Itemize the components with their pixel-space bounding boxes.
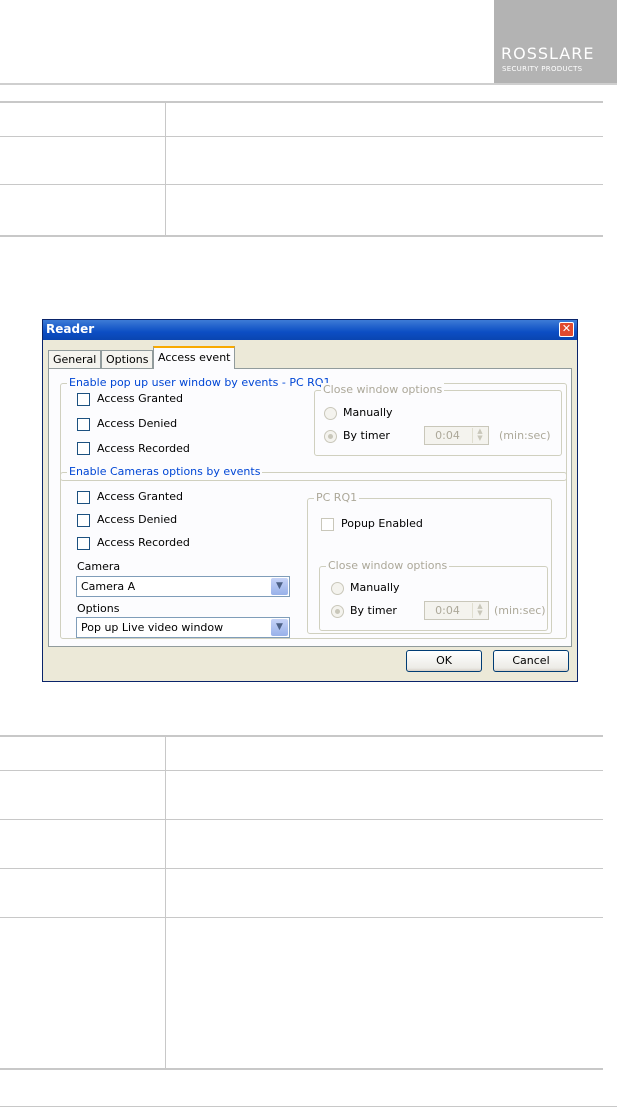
camera-timer-spinner[interactable]: 0:04 ▲ ▼: [424, 601, 489, 620]
table-cell: [165, 136, 603, 185]
pc-rq1-legend: PC RQ1: [314, 491, 360, 504]
options-select[interactable]: Pop up Live video window ▼: [76, 617, 290, 638]
spin-arrows-icon[interactable]: ▲ ▼: [472, 603, 487, 618]
popup-access-granted-label: Access Granted: [97, 392, 183, 405]
dialog-title: Reader: [46, 322, 95, 336]
cameras-events-group: Enable Cameras options by events Access …: [60, 465, 567, 639]
camera-access-granted-label: Access Granted: [97, 490, 183, 503]
camera-by-timer-label: By timer: [350, 604, 397, 617]
popup-timer-unit: (min:sec): [499, 429, 551, 442]
popup-by-timer-radio[interactable]: [324, 430, 337, 443]
camera-close-window-group: Close window options Manually By timer 0…: [319, 559, 548, 631]
camera-access-denied-label: Access Denied: [97, 513, 178, 526]
tab-label: General: [53, 353, 97, 366]
camera-access-granted-checkbox[interactable]: [77, 491, 90, 504]
popup-close-window-group: Close window options Manually By timer 0…: [314, 383, 562, 456]
cancel-button[interactable]: Cancel: [493, 650, 569, 672]
access-event-panel: Enable pop up user window by events - PC…: [48, 368, 572, 647]
dialog-titlebar: Reader ✕: [43, 320, 577, 340]
tab-access-event[interactable]: Access event: [153, 346, 236, 369]
chevron-down-icon[interactable]: ▼: [271, 578, 288, 595]
popup-access-granted-checkbox[interactable]: [77, 393, 90, 406]
tab-label: Access event: [158, 351, 231, 364]
ok-button[interactable]: OK: [406, 650, 482, 672]
chevron-down-icon[interactable]: ▼: [271, 619, 288, 636]
close-icon[interactable]: ✕: [559, 322, 574, 337]
camera-access-denied-checkbox[interactable]: [77, 514, 90, 527]
popup-enabled-label: Popup Enabled: [341, 517, 423, 530]
popup-close-window-legend: Close window options: [321, 383, 445, 396]
camera-select[interactable]: Camera A ▼: [76, 576, 290, 597]
camera-manually-radio[interactable]: [331, 582, 344, 595]
popup-timer-spinner[interactable]: 0:04 ▲ ▼: [424, 426, 489, 445]
table-cell: [0, 770, 166, 820]
table-cell: [0, 819, 166, 869]
header-rule: [0, 83, 617, 85]
popup-group-legend: Enable pop up user window by events - PC…: [67, 376, 333, 389]
rosslare-logo: ROSSLARE SECURITY PRODUCTS: [494, 0, 617, 84]
bottom-table: [0, 735, 603, 1070]
footer-rule: [0, 1106, 617, 1107]
tab-general[interactable]: General: [48, 350, 102, 368]
pc-rq1-group: PC RQ1 Popup Enabled Close window option…: [307, 491, 552, 634]
table-cell: [0, 917, 166, 1070]
options-select-value: Pop up Live video window: [81, 621, 224, 634]
popup-access-denied-checkbox[interactable]: [77, 418, 90, 431]
camera-timer-value: 0:04: [435, 604, 460, 617]
camera-access-recorded-label: Access Recorded: [97, 536, 190, 549]
popup-timer-value: 0:04: [435, 429, 460, 442]
table-cell: [0, 184, 166, 237]
popup-manually-radio[interactable]: [324, 407, 337, 420]
popup-access-denied-label: Access Denied: [97, 417, 178, 430]
tab-label: Options: [106, 353, 149, 366]
table-cell: [0, 735, 166, 771]
table-cell: [165, 101, 603, 137]
camera-close-window-legend: Close window options: [326, 559, 450, 572]
top-table: [0, 101, 603, 237]
popup-enabled-checkbox[interactable]: [321, 518, 334, 531]
table-cell: [165, 184, 603, 237]
camera-manually-label: Manually: [350, 581, 400, 594]
camera-access-recorded-checkbox[interactable]: [77, 537, 90, 550]
camera-timer-unit: (min:sec): [494, 604, 546, 617]
table-cell: [0, 101, 166, 137]
brand-name: ROSSLARE: [501, 44, 595, 63]
camera-select-value: Camera A: [81, 580, 136, 593]
options-label: Options: [77, 602, 120, 615]
table-cell: [165, 819, 603, 869]
popup-access-recorded-label: Access Recorded: [97, 442, 190, 455]
popup-by-timer-label: By timer: [343, 429, 390, 442]
cameras-group-legend: Enable Cameras options by events: [67, 465, 263, 478]
popup-manually-label: Manually: [343, 406, 393, 419]
popup-access-recorded-checkbox[interactable]: [77, 442, 90, 455]
tab-options[interactable]: Options: [101, 350, 154, 368]
table-cell: [165, 735, 603, 771]
table-cell: [165, 770, 603, 820]
table-cell: [0, 868, 166, 918]
brand-tagline: SECURITY PRODUCTS: [502, 65, 583, 73]
table-cell: [0, 136, 166, 185]
table-cell: [165, 868, 603, 918]
camera-label: Camera: [77, 560, 121, 573]
camera-by-timer-radio[interactable]: [331, 605, 344, 618]
spin-arrows-icon[interactable]: ▲ ▼: [472, 428, 487, 443]
table-cell: [165, 917, 603, 1070]
reader-dialog: Reader ✕ General Options Access event En…: [42, 319, 578, 682]
